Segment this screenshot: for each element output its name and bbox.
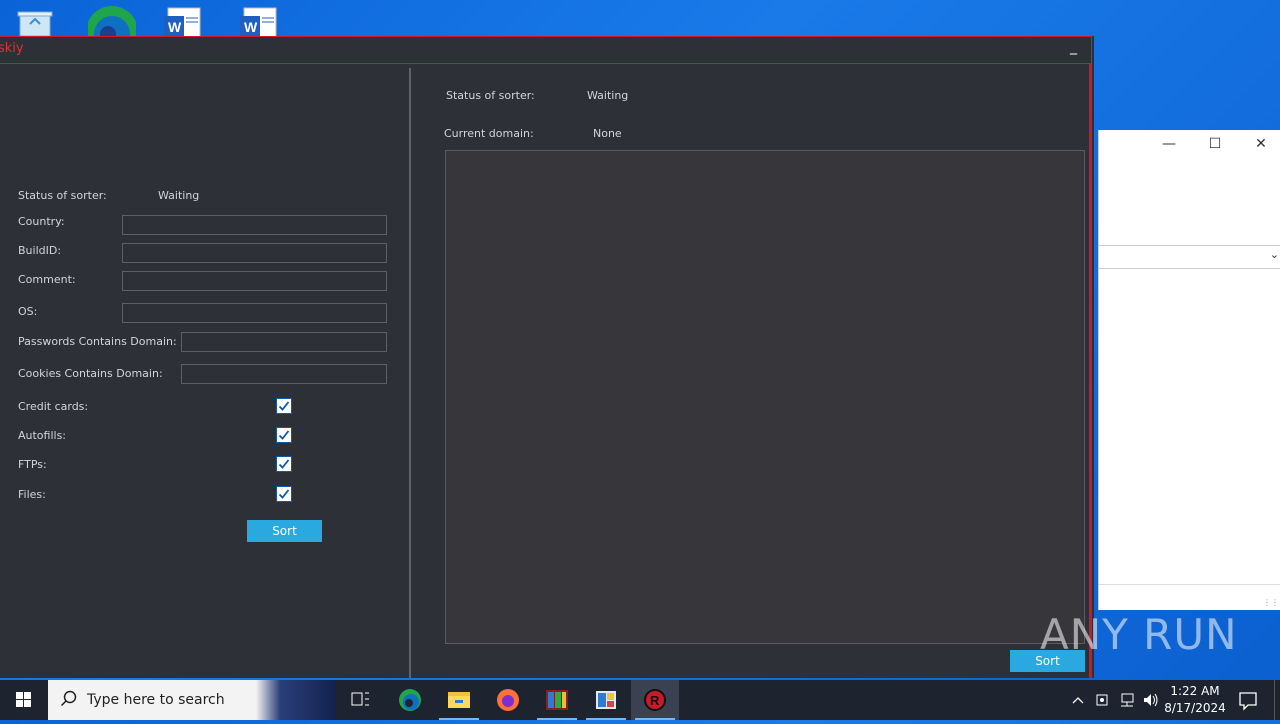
clock-time: 1:22 AM — [1170, 684, 1220, 698]
output-log-box[interactable] — [445, 150, 1085, 644]
firefox-icon — [497, 689, 519, 711]
files-checkbox[interactable] — [276, 486, 292, 502]
word-document-icon[interactable]: W — [162, 4, 206, 39]
svg-text:W: W — [244, 19, 258, 35]
address-bar[interactable] — [1099, 245, 1280, 269]
search-placeholder: Type here to search — [87, 692, 225, 708]
current-domain-label: Current domain: — [444, 127, 534, 140]
checkmark-icon — [278, 430, 290, 440]
credit-cards-label: Credit cards: — [18, 400, 89, 413]
ftps-checkbox[interactable] — [276, 456, 292, 472]
cookies-domain-label: Cookies Contains Domain: — [18, 367, 163, 380]
taskbar-control-panel[interactable] — [582, 680, 630, 720]
control-panel-icon — [596, 691, 616, 709]
status-bar — [1099, 584, 1280, 585]
current-domain-value: None — [593, 127, 622, 140]
credit-cards-checkbox[interactable] — [276, 398, 292, 414]
folder-icon — [448, 692, 470, 708]
taskbar-file-explorer[interactable] — [435, 680, 483, 720]
taskbar-clock[interactable]: 1:22 AM 8/17/2024 — [1160, 683, 1230, 717]
word-document-icon[interactable]: W — [238, 4, 282, 39]
comment-input[interactable] — [122, 271, 387, 291]
country-input[interactable] — [122, 215, 387, 235]
window-border — [1089, 64, 1092, 678]
right-status-label: Status of sorter: — [446, 89, 535, 102]
window-title: skiy — [0, 41, 24, 56]
files-label: Files: — [18, 488, 46, 501]
svg-text:W: W — [168, 19, 182, 35]
ftps-label: FTPs: — [18, 458, 47, 471]
buildid-label: BuildID: — [18, 244, 62, 257]
edge-icon — [399, 689, 421, 711]
search-icon — [60, 690, 77, 707]
status-value: Waiting — [158, 189, 200, 202]
svg-text:R: R — [650, 693, 660, 708]
maximize-icon[interactable]: ☐ — [1200, 136, 1230, 152]
volume-icon[interactable] — [1141, 680, 1161, 720]
checkmark-icon — [278, 401, 290, 411]
right-status-value: Waiting — [587, 89, 629, 102]
meet-now-icon[interactable] — [1093, 680, 1113, 720]
chevron-down-icon[interactable]: ⌄ — [1270, 248, 1279, 261]
task-view-icon — [351, 692, 369, 706]
sort-button-left[interactable]: Sort — [247, 520, 322, 542]
checkmark-icon — [278, 459, 290, 469]
title-bar[interactable]: skiy _ — [0, 36, 1092, 64]
comment-label: Comment: — [18, 273, 76, 286]
autofills-label: Autofills: — [18, 429, 67, 442]
show-desktop-button[interactable] — [1274, 680, 1275, 720]
taskbar-firefox[interactable] — [484, 680, 532, 720]
search-highlight-art — [256, 680, 336, 720]
start-button[interactable] — [0, 680, 48, 720]
windows-logo-icon — [16, 692, 31, 707]
os-label: OS: — [18, 305, 38, 318]
taskbar-search-box[interactable]: Type here to search — [48, 680, 336, 720]
taskbar-edge[interactable] — [386, 680, 434, 720]
notifications-icon[interactable] — [1236, 680, 1260, 720]
edge-desktop-icon[interactable] — [86, 4, 138, 58]
status-label: Status of sorter: — [18, 189, 107, 202]
os-input[interactable] — [122, 303, 387, 323]
sorter-app-icon: R — [644, 689, 666, 711]
taskbar-winrar[interactable] — [533, 680, 581, 720]
background-explorer-window: — ☐ ✕ ⌄ ⋮⋮ — [1098, 130, 1280, 610]
buildid-input[interactable] — [122, 243, 387, 263]
task-view-button[interactable] — [336, 680, 384, 720]
clock-date: 8/17/2024 — [1164, 701, 1226, 715]
recycle-bin-icon[interactable] — [14, 4, 58, 37]
taskbar-sorter-app[interactable]: R — [631, 680, 679, 720]
sorter-app-window: skiy _ Status of sorter: Waiting Country… — [0, 36, 1094, 678]
cookies-domain-input[interactable] — [181, 364, 387, 384]
panel-divider — [409, 68, 411, 678]
resize-grip-icon[interactable]: ⋮⋮ — [1263, 598, 1279, 607]
network-icon[interactable] — [1117, 680, 1137, 720]
minimize-button[interactable]: _ — [1070, 39, 1077, 55]
minimize-icon[interactable]: — — [1154, 136, 1184, 152]
archive-icon — [546, 690, 568, 710]
passwords-domain-label: Passwords Contains Domain: — [18, 335, 177, 348]
checkmark-icon — [278, 489, 290, 499]
autofills-checkbox[interactable] — [276, 427, 292, 443]
taskbar: Type here to search R 1:22 AM 8/17/2024 — [0, 680, 1280, 720]
close-icon[interactable]: ✕ — [1246, 136, 1276, 152]
anyrun-watermark: ANY RUN — [1040, 610, 1238, 659]
passwords-domain-input[interactable] — [181, 332, 387, 352]
country-label: Country: — [18, 215, 65, 228]
tray-overflow-chevron-icon[interactable] — [1068, 680, 1088, 720]
